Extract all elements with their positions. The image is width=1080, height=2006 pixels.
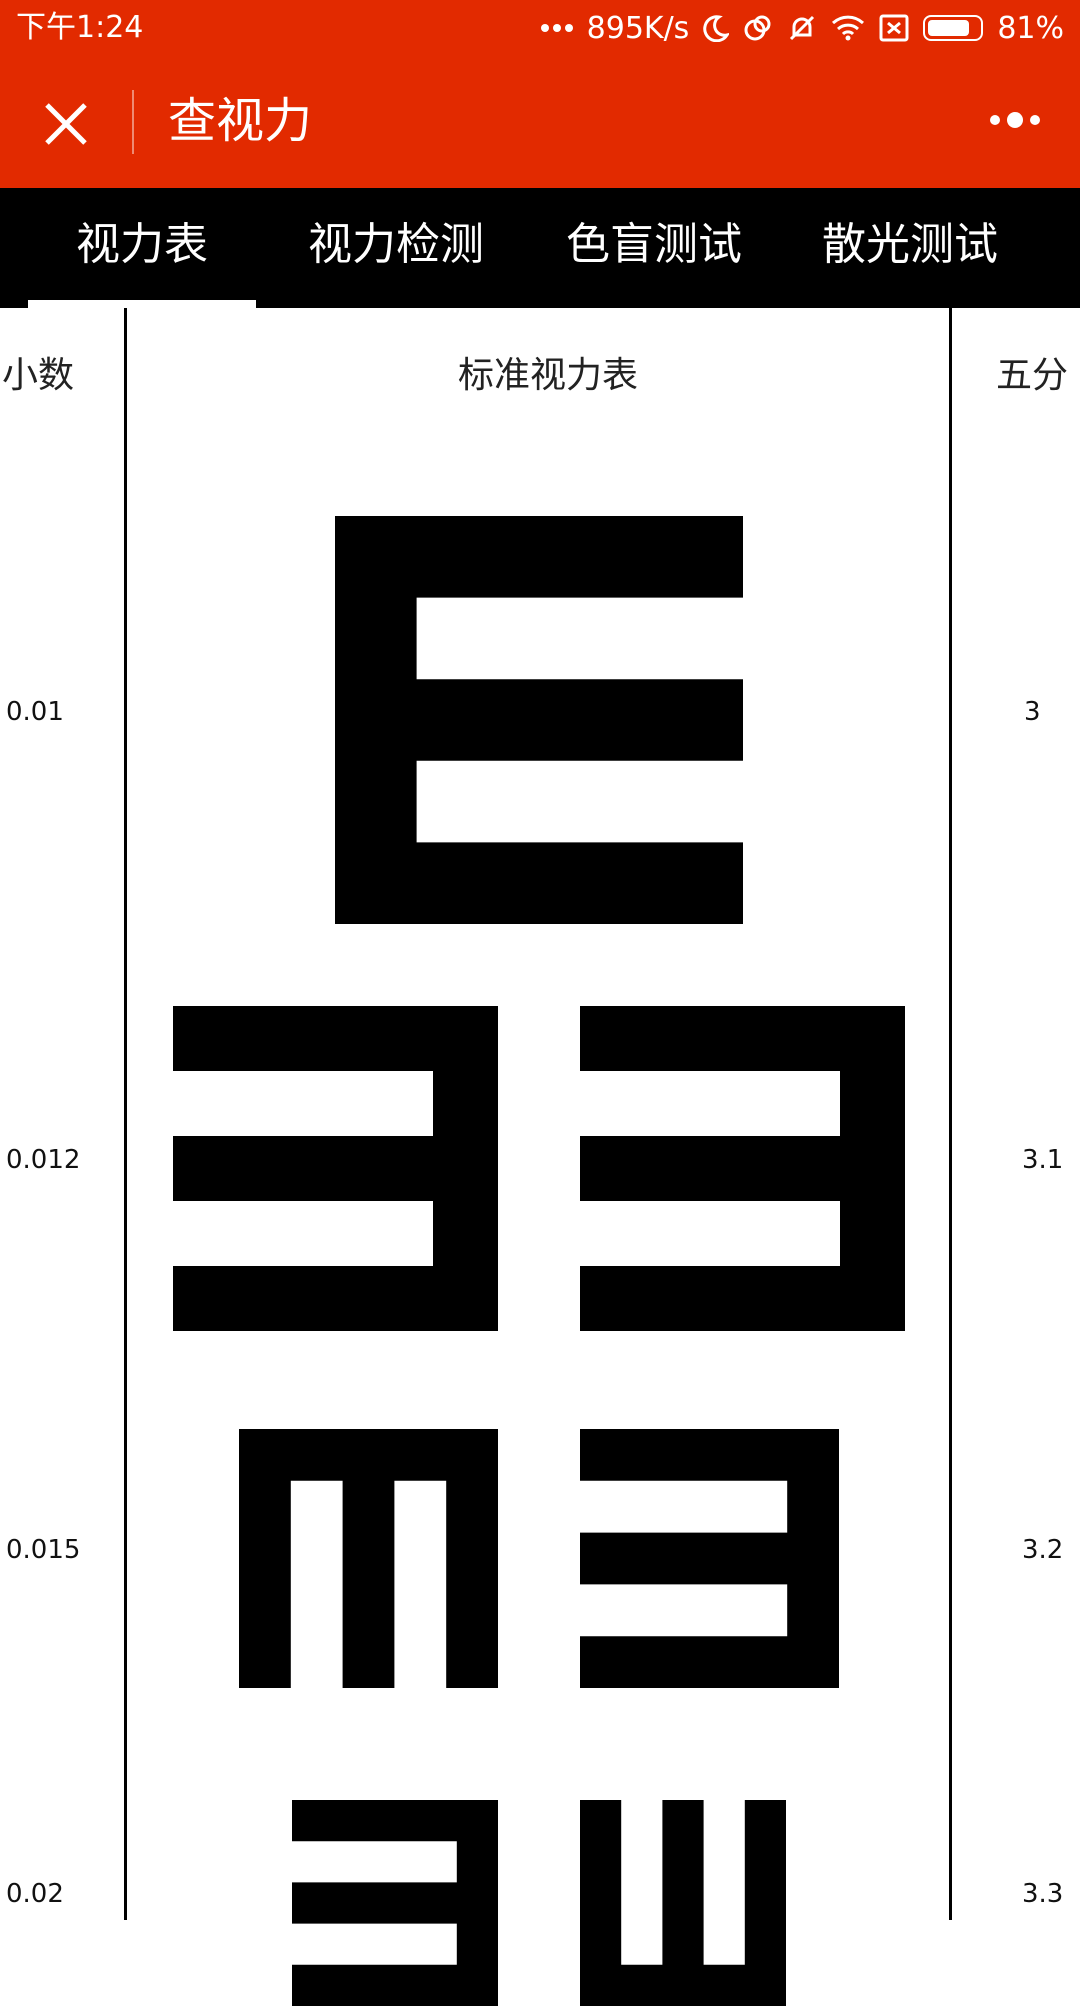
battery-percent: 81% [997,10,1064,46]
battery-level-fill [928,20,970,36]
page-title: 查视力 [168,93,313,149]
close-icon [45,103,87,145]
close-button[interactable] [36,94,96,154]
row-decimal-value: 0.01 [6,697,64,727]
five-point-column-header: 五分 [996,355,1069,396]
optotype-e-down [239,1429,498,1688]
tab-astigmatism-test[interactable]: 散光测试 [804,188,1016,308]
tab-color-blind-test[interactable]: 色盲测试 [548,188,760,308]
more-dots-icon [990,112,1040,128]
status-indicators: 895K/s 81% [540,8,1064,48]
wifi-icon [831,15,865,41]
optotype-e-up [580,1800,786,2006]
title-divider [132,90,134,154]
chart-left-divider [124,308,127,1920]
more-dots-icon [540,23,573,33]
sync-icon [743,13,773,43]
optotype-e-left [580,1006,905,1331]
sim-x-icon [879,14,909,42]
chart-title: 标准视力表 [458,355,639,396]
tab-acuity-chart[interactable]: 视力表 [28,188,256,308]
row-five-point-value: 3.3 [1022,1879,1064,1909]
tab-acuity-test[interactable]: 视力检测 [290,188,502,308]
status-time: 下午1:24 [16,10,144,45]
eye-chart: 小数 标准视力表 五分 0.01 3 0.012 3.1 0.015 3.2 0… [0,308,1080,2006]
row-decimal-value: 0.02 [6,1879,64,1909]
row-five-point-value: 3.2 [1022,1535,1064,1565]
chart-right-divider [949,308,952,1920]
more-button[interactable] [980,98,1050,142]
bell-off-icon [787,13,817,43]
moon-icon [703,14,730,42]
row-five-point-value: 3 [1024,697,1041,727]
optotype-e-left [173,1006,498,1331]
row-decimal-value: 0.012 [6,1145,81,1175]
status-bar: 下午1:24 895K/s 81% [0,0,1080,58]
optotype-e-left [580,1429,839,1688]
row-five-point-value: 3.1 [1022,1145,1064,1175]
optotype-e-left [292,1800,498,2006]
battery-icon [923,15,984,41]
optotype-e-right [335,516,743,924]
row-decimal-value: 0.015 [6,1535,81,1565]
tab-bar: 视力表 视力检测 色盲测试 散光测试 [0,188,1080,308]
network-speed: 895K/s [586,10,690,46]
title-bar: 查视力 [0,58,1080,188]
decimal-column-header: 小数 [2,355,75,396]
active-tab-indicator [28,300,256,308]
